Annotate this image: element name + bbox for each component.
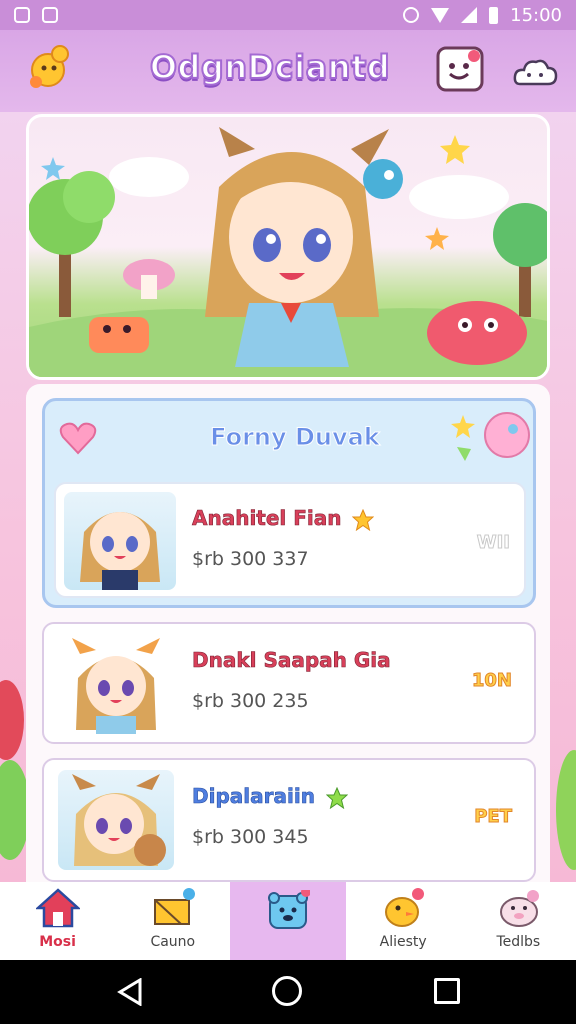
heart-icon bbox=[59, 422, 97, 455]
star-icon bbox=[352, 508, 375, 531]
home-icon bbox=[36, 888, 80, 928]
pig-icon bbox=[499, 890, 539, 927]
system-navigation-bar bbox=[0, 960, 576, 1024]
signal-icon bbox=[461, 7, 478, 23]
character-thumbnail bbox=[58, 634, 174, 734]
bear-face-icon bbox=[268, 890, 311, 929]
character-thumbnail bbox=[64, 492, 176, 590]
nav-item-home[interactable]: Mosi bbox=[0, 882, 115, 960]
clock: 15:00 bbox=[510, 4, 562, 26]
smiley-face-icon[interactable] bbox=[436, 46, 484, 92]
bottom-navigation: Mosi Cauno Aliesty Tedlbs bbox=[0, 882, 576, 960]
character-price: $rb 300 337 bbox=[192, 548, 309, 570]
recent-apps-icon[interactable] bbox=[434, 978, 460, 1004]
character-name: Dipalaraiin bbox=[192, 784, 348, 809]
hero-banner bbox=[26, 114, 550, 380]
left-plant-decoration bbox=[0, 680, 28, 860]
cloud-icon[interactable] bbox=[512, 54, 558, 90]
basket-icon bbox=[154, 888, 196, 925]
app-notification-icon bbox=[14, 7, 30, 23]
back-icon[interactable] bbox=[116, 978, 144, 1006]
nav-item-pig[interactable]: Tedlbs bbox=[461, 882, 576, 960]
star-icon bbox=[325, 786, 348, 809]
nav-label: Cauno bbox=[150, 934, 196, 950]
nav-label: Tedlbs bbox=[496, 934, 541, 950]
app-title: OdgnDciantd bbox=[149, 47, 391, 87]
character-price: $rb 300 345 bbox=[192, 826, 309, 848]
nav-label: Mosi bbox=[39, 934, 76, 950]
cat-mascot-icon[interactable] bbox=[22, 42, 74, 94]
app-header: OdgnDciantd bbox=[0, 30, 576, 112]
character-name: Dnakl Saapah Gia bbox=[192, 648, 391, 673]
character-thumbnail bbox=[58, 770, 174, 870]
character-price: $rb 300 235 bbox=[192, 690, 309, 712]
wifi-icon bbox=[431, 7, 450, 23]
status-badge: PET bbox=[474, 806, 513, 828]
nav-label: Aliesty bbox=[379, 934, 427, 950]
character-name: Anahitel Fian bbox=[192, 506, 375, 531]
nav-item-chick[interactable]: Aliesty bbox=[346, 882, 461, 960]
character-card[interactable]: Anahitel Fian $rb 300 337 WII bbox=[54, 482, 526, 598]
home-button-icon[interactable] bbox=[272, 976, 302, 1006]
chick-icon bbox=[384, 888, 424, 927]
character-card[interactable]: Dnakl Saapah Gia $rb 300 235 10N bbox=[42, 622, 536, 744]
status-badge: 10N bbox=[471, 670, 512, 692]
battery-icon bbox=[489, 6, 499, 24]
nav-item-basket[interactable]: Cauno bbox=[115, 882, 230, 960]
status-bar: 15:00 bbox=[0, 0, 576, 30]
candy-decoration-icon bbox=[451, 412, 530, 461]
sync-icon bbox=[403, 7, 420, 23]
character-card[interactable]: Dipalaraiin $rb 300 345 PET bbox=[42, 758, 536, 882]
featured-title: Forny Duvak bbox=[210, 423, 381, 452]
right-plant-decoration bbox=[556, 750, 576, 870]
gallery-notification-icon bbox=[42, 7, 58, 23]
hero-illustration bbox=[29, 127, 547, 377]
status-badge: WII bbox=[476, 532, 510, 554]
nav-item-bear[interactable] bbox=[230, 882, 346, 960]
